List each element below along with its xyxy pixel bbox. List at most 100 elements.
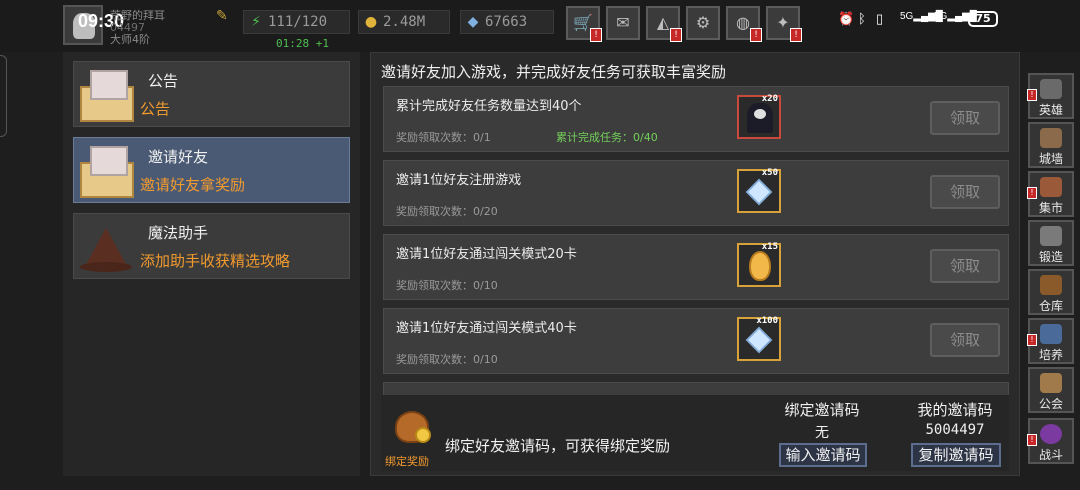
side-button-forge[interactable]: 锻造 bbox=[1028, 220, 1074, 266]
diamond-icon bbox=[745, 326, 773, 354]
wheel-icon: ◍ bbox=[736, 13, 750, 32]
top-bar: 09:30 荒野的拜耳 04497 大师4阶 ✎ ⚡ 111/120 01:28… bbox=[0, 0, 1080, 52]
envelope-icon: ✉ bbox=[616, 13, 630, 32]
menu-item-subtitle: 公告 bbox=[140, 100, 171, 118]
reward-slot[interactable]: x20 bbox=[737, 94, 781, 139]
reward-qty: x15 bbox=[761, 242, 778, 252]
side-button-label: 锻造 bbox=[1038, 250, 1063, 264]
potion-icon bbox=[1040, 324, 1062, 344]
gold-icon: ● bbox=[364, 14, 378, 30]
side-button-market[interactable]: ! 集市 bbox=[1027, 171, 1074, 217]
invite-panel: 邀请好友加入游戏，并完成好友任务可获取丰富奖励 累计完成好友任务数量达到40个 … bbox=[370, 52, 1020, 476]
player-rank: 大师4阶 bbox=[110, 33, 150, 46]
egg-icon bbox=[749, 251, 771, 281]
alarm-icon: ⏰ bbox=[838, 11, 855, 26]
left-menu: 公告 公告 邀请好友 邀请好友拿奖励 魔法助手 添加助手收获精选攻略 bbox=[63, 52, 360, 476]
task-row bbox=[383, 382, 1009, 396]
edit-icon[interactable]: ✎ bbox=[216, 9, 230, 23]
side-button-battle[interactable]: ! 战斗 bbox=[1027, 418, 1074, 464]
diamond-icon: ◆ bbox=[467, 14, 479, 30]
alert-badge: ! bbox=[1027, 187, 1037, 199]
menu-item-invite-friends[interactable]: 邀请好友 邀请好友拿奖励 bbox=[73, 137, 350, 203]
gold-value: 2.48M bbox=[383, 14, 426, 30]
stamina-value: 111/120 bbox=[268, 14, 328, 30]
wizard-hat-icon bbox=[78, 218, 134, 274]
side-button-label: 仓库 bbox=[1038, 299, 1063, 313]
task-name: 累计完成好友任务数量达到40个 bbox=[396, 99, 582, 114]
task-progress: 累计完成任务：0/40 bbox=[556, 131, 658, 144]
menu-item-title: 邀请好友 bbox=[148, 148, 209, 166]
bind-reward-label: 绑定奖励 bbox=[385, 455, 429, 468]
settings-button[interactable]: ⚙ bbox=[686, 6, 720, 40]
task-row: 邀请1位好友注册游戏 奖励领取次数：0/20 x50 领取 bbox=[383, 160, 1009, 226]
hero-icon bbox=[747, 103, 773, 133]
side-button-guild[interactable]: 公会 bbox=[1028, 367, 1074, 413]
my-code-header: 我的邀请码 bbox=[917, 401, 993, 419]
envelope-icon bbox=[78, 142, 134, 198]
task-row: 邀请1位好友通过闯关模式20卡 奖励领取次数：0/10 x15 领取 bbox=[383, 234, 1009, 300]
side-button-wall[interactable]: 城墙 bbox=[1028, 122, 1074, 168]
gamepad-icon: ◭ bbox=[656, 13, 670, 32]
edge-tab[interactable] bbox=[0, 55, 7, 137]
reward-slot[interactable]: x15 bbox=[737, 242, 781, 287]
task-name: 邀请1位好友通过闯关模式40卡 bbox=[396, 321, 577, 336]
alert-badge: ! bbox=[1027, 334, 1037, 346]
menu-item-subtitle: 邀请好友拿奖励 bbox=[140, 176, 246, 194]
envelope-icon bbox=[78, 66, 134, 122]
side-button-label: 城墙 bbox=[1038, 152, 1063, 166]
menu-item-magic-assistant[interactable]: 魔法助手 添加助手收获精选攻略 bbox=[73, 213, 350, 279]
gamepad-button[interactable]: ◭! bbox=[646, 6, 682, 42]
side-button-warehouse[interactable]: 仓库 bbox=[1028, 269, 1074, 315]
sparkle-button[interactable]: ✦! bbox=[766, 6, 802, 42]
bluetooth-icon: ᛒ bbox=[858, 11, 866, 26]
alert-badge: ! bbox=[1027, 89, 1037, 101]
reward-qty: x20 bbox=[761, 94, 778, 104]
gold-display: ● 2.48M bbox=[358, 10, 450, 34]
side-button-label: 英雄 bbox=[1038, 103, 1063, 117]
market-icon bbox=[1040, 177, 1062, 197]
alert-badge: ! bbox=[1027, 434, 1037, 446]
alert-badge: ! bbox=[590, 28, 602, 42]
side-button-label: 集市 bbox=[1038, 201, 1063, 215]
anvil-icon bbox=[1040, 226, 1062, 246]
diamond-icon bbox=[745, 178, 773, 206]
side-button-train[interactable]: ! 培养 bbox=[1027, 318, 1074, 364]
shop-button[interactable]: 🛒! bbox=[566, 6, 602, 42]
diamond-value: 67663 bbox=[485, 14, 528, 30]
task-claim-count: 奖励领取次数：0/10 bbox=[396, 279, 498, 292]
warehouse-icon bbox=[1040, 275, 1062, 295]
menu-item-announcement[interactable]: 公告 公告 bbox=[73, 61, 350, 127]
side-button-hero[interactable]: ! 英雄 bbox=[1027, 73, 1074, 119]
alert-badge: ! bbox=[750, 28, 762, 42]
menu-item-title: 公告 bbox=[148, 72, 179, 90]
my-code-value: 5004497 bbox=[925, 422, 985, 438]
reward-slot[interactable]: x100 bbox=[737, 316, 781, 361]
claim-button[interactable]: 领取 bbox=[930, 323, 1000, 357]
hero-icon bbox=[1040, 79, 1062, 99]
claim-button[interactable]: 领取 bbox=[930, 101, 1000, 135]
side-button-label: 战斗 bbox=[1038, 448, 1063, 462]
portal-icon bbox=[1040, 424, 1062, 444]
task-name: 邀请1位好友注册游戏 bbox=[396, 173, 522, 188]
wheel-button[interactable]: ◍! bbox=[726, 6, 762, 42]
task-list[interactable]: 累计完成好友任务数量达到40个 奖励领取次数：0/1 累计完成任务：0/40 x… bbox=[383, 86, 1011, 396]
copy-code-button[interactable]: 复制邀请码 bbox=[911, 443, 1001, 467]
claim-button[interactable]: 领取 bbox=[930, 175, 1000, 209]
claim-button[interactable]: 领取 bbox=[930, 249, 1000, 283]
bind-reward-text: 绑定好友邀请码，可获得绑定奖励 bbox=[445, 437, 671, 455]
stamina-display: ⚡ 111/120 bbox=[243, 10, 350, 34]
bound-code-value: 无 bbox=[815, 425, 829, 441]
task-row: 邀请1位好友通过闯关模式40卡 奖励领取次数：0/10 x100 领取 bbox=[383, 308, 1009, 374]
wall-icon bbox=[1040, 128, 1062, 148]
mail-button[interactable]: ✉ bbox=[606, 6, 640, 40]
reward-slot[interactable]: x50 bbox=[737, 168, 781, 213]
alert-badge: ! bbox=[790, 28, 802, 42]
menu-item-title: 魔法助手 bbox=[148, 224, 209, 242]
bound-code-header: 绑定邀请码 bbox=[784, 401, 860, 419]
side-button-label: 公会 bbox=[1038, 397, 1063, 411]
input-code-button[interactable]: 输入邀请码 bbox=[779, 443, 867, 467]
reward-bag-icon bbox=[389, 401, 433, 445]
panel-title: 邀请好友加入游戏，并完成好友任务可获取丰富奖励 bbox=[381, 63, 727, 81]
reward-qty: x100 bbox=[756, 316, 778, 326]
vibrate-icon: ▯ bbox=[876, 11, 884, 26]
